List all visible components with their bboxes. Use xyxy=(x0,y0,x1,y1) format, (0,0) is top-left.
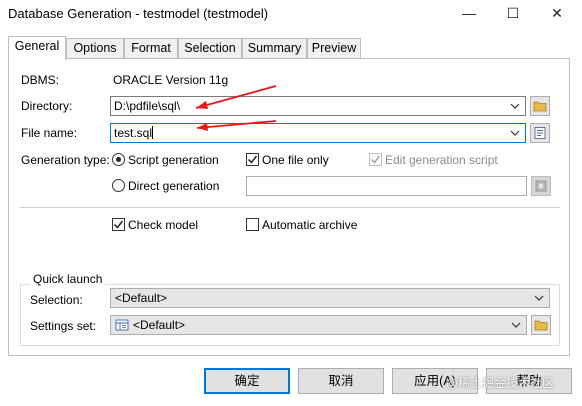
selection-label: Selection: xyxy=(30,293,83,307)
direct-generation-radio[interactable] xyxy=(112,179,125,192)
settings-set-label: Settings set: xyxy=(30,319,97,333)
automatic-archive-label: Automatic archive xyxy=(262,218,358,232)
settings-set-combo[interactable]: <Default> xyxy=(110,315,527,335)
check-model-checkbox[interactable] xyxy=(112,218,125,231)
chevron-down-icon[interactable] xyxy=(533,291,545,305)
tab-general[interactable]: General xyxy=(8,36,66,60)
direct-generation-field[interactable] xyxy=(246,176,527,196)
automatic-archive-checkbox[interactable] xyxy=(246,218,259,231)
checkmark-icon xyxy=(370,155,381,164)
edit-generation-script-checkbox[interactable] xyxy=(369,153,382,166)
one-file-only-label: One file only xyxy=(262,153,329,167)
checkmark-icon xyxy=(247,155,258,164)
script-generation-radio[interactable] xyxy=(112,153,125,166)
ok-button[interactable]: 确定 xyxy=(204,368,290,394)
selection-combo[interactable]: <Default> xyxy=(110,288,550,308)
script-generation-label: Script generation xyxy=(128,153,219,167)
settings-set-value: <Default> xyxy=(133,318,186,332)
settings-set-browse-button[interactable] xyxy=(531,315,551,335)
annotation-arrow-directory xyxy=(195,85,277,109)
check-model-label: Check model xyxy=(128,218,199,232)
separator xyxy=(20,207,560,208)
direct-generation-button[interactable] xyxy=(531,176,551,196)
direct-generation-label: Direct generation xyxy=(128,179,220,193)
disabled-icon xyxy=(535,180,547,192)
annotation-arrowhead-directory xyxy=(196,101,208,109)
folder-icon xyxy=(534,320,548,331)
checkmark-icon xyxy=(113,220,124,229)
cancel-button[interactable]: 取消 xyxy=(298,368,384,394)
edit-generation-script-label: Edit generation script xyxy=(385,153,498,167)
annotation-arrow-filename xyxy=(196,120,277,129)
selection-value: <Default> xyxy=(115,291,168,305)
generation-type-label: Generation type: xyxy=(21,153,110,167)
chevron-down-icon[interactable] xyxy=(510,318,522,332)
settings-set-icon xyxy=(115,319,129,331)
one-file-only-checkbox[interactable] xyxy=(246,153,259,166)
watermark: @稀土掘金技术社区 xyxy=(446,376,555,390)
quick-launch-title: Quick launch xyxy=(30,271,106,287)
